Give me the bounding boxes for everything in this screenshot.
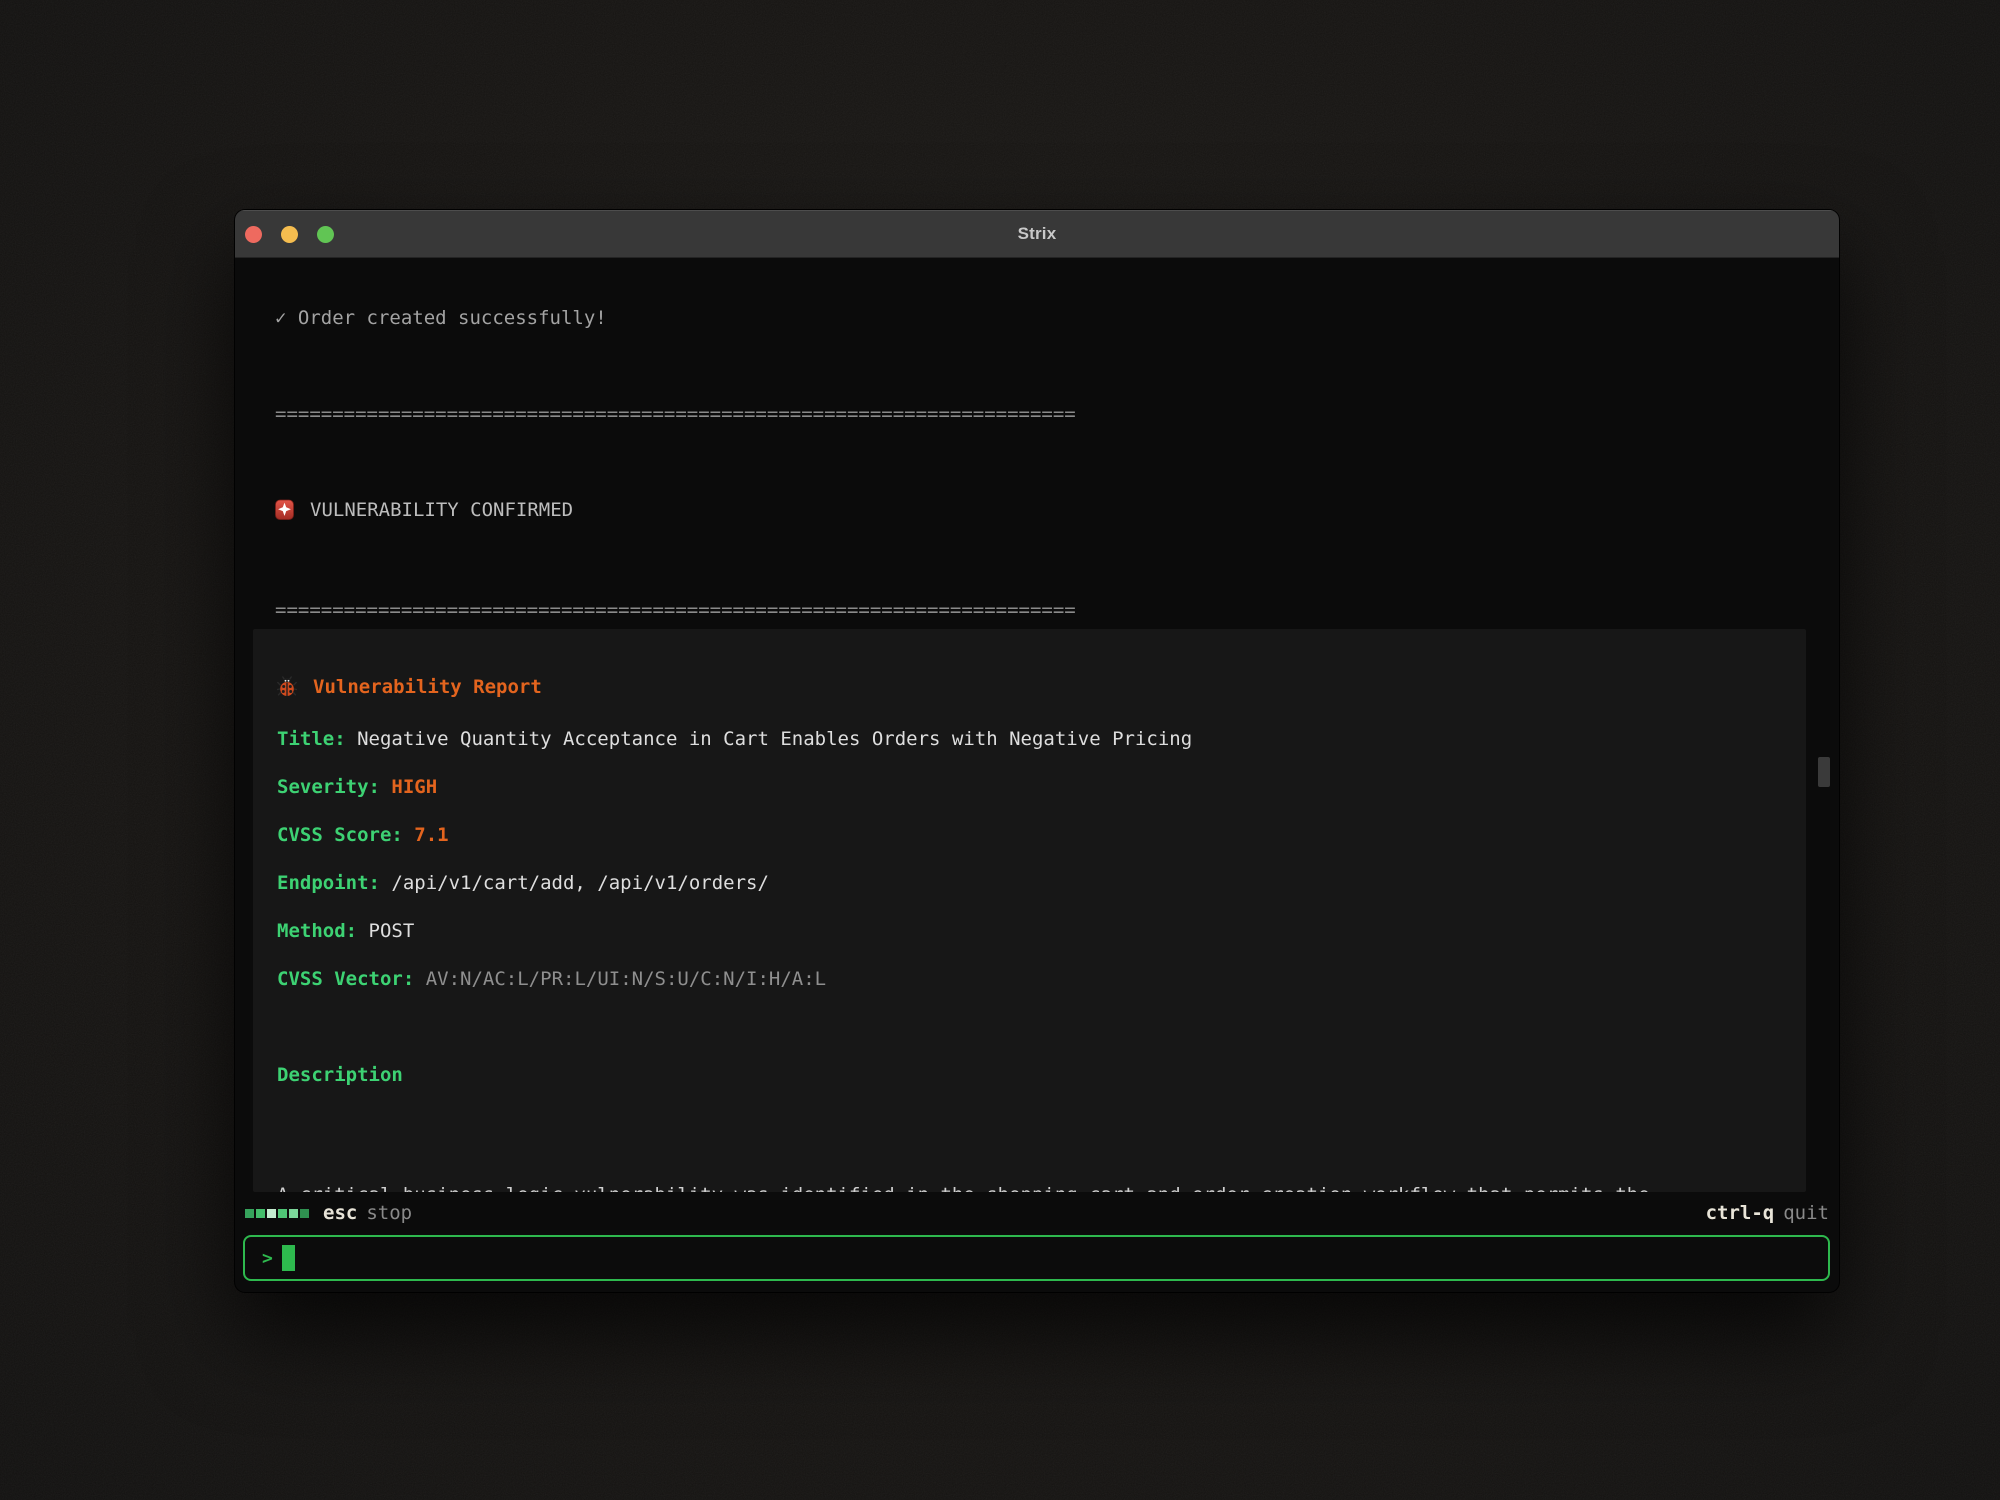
separator-line: ========================================… (275, 402, 1799, 426)
title-label: Title: (277, 728, 346, 750)
minimize-button[interactable] (281, 226, 298, 243)
description-body: A critical business logic vulnerability … (277, 1135, 1723, 1192)
window-titlebar[interactable]: Strix (235, 210, 1839, 258)
ctrl-q-key-hint: ctrl-q (1706, 1202, 1775, 1224)
report-cvss-vector-row: CVSS Vector: AV:N/AC:L/PR:L/UI:N/S:U/C:N… (277, 967, 1782, 991)
cvss-vector-label: CVSS Vector: (277, 968, 414, 990)
close-button[interactable] (245, 226, 262, 243)
endpoint-value: /api/v1/cart/add, /api/v1/orders/ (391, 872, 769, 894)
prompt-chevron: > (262, 1248, 273, 1269)
description-heading: Description (277, 1063, 1723, 1087)
window-title: Strix (1018, 224, 1057, 244)
report-heading: Vulnerability Report (313, 676, 542, 698)
traffic-lights (245, 210, 334, 258)
report-title-row: Title: Negative Quantity Acceptance in C… (277, 727, 1782, 751)
zoom-button[interactable] (317, 226, 334, 243)
report-cvss-score-row: CVSS Score: 7.1 (277, 823, 1782, 847)
vulnerability-confirmed-banner: VULNERABILITY CONFIRMED (275, 498, 1799, 526)
method-value: POST (369, 920, 415, 942)
severity-value: HIGH (391, 776, 437, 798)
separator-line: ========================================… (275, 598, 1799, 622)
vulnerability-confirmed-label: VULNERABILITY CONFIRMED (310, 499, 573, 521)
method-label: Method: (277, 920, 357, 942)
report-description-section: Description A critical business logic vu… (277, 1015, 1723, 1192)
esc-key-hint: esc (323, 1202, 357, 1224)
text-cursor (282, 1245, 295, 1271)
scrollbar-thumb[interactable] (1818, 757, 1830, 787)
order-success-line: ✓ Order created successfully! (275, 306, 1799, 330)
report-endpoint-row: Endpoint: /api/v1/cart/add, /api/v1/orde… (277, 871, 1782, 895)
report-method-row: Method: POST (277, 919, 1782, 943)
esc-action-hint: stop (366, 1202, 412, 1224)
activity-spinner (245, 1209, 309, 1218)
desktop: { "window": { "title": "Strix" }, "termi… (0, 0, 2000, 1500)
endpoint-label: Endpoint: (277, 872, 380, 894)
cvss-score-label: CVSS Score: (277, 824, 403, 846)
vulnerability-report-panel: Vulnerability Report Title: Negative Qua… (253, 629, 1806, 1192)
cvss-score-value: 7.1 (414, 824, 448, 846)
bug-icon (277, 676, 297, 703)
command-input[interactable]: > (243, 1235, 1830, 1281)
description-paragraph: A critical business logic vulnerability … (277, 1183, 1723, 1192)
status-bar: esc stop ctrl-q quit (245, 1198, 1829, 1228)
report-heading-row: Vulnerability Report (277, 675, 1782, 703)
terminal-window: Strix ✓ Order created successfully! ====… (235, 210, 1839, 1292)
title-value: Negative Quantity Acceptance in Cart Ena… (357, 728, 1192, 750)
report-severity-row: Severity: HIGH (277, 775, 1782, 799)
quit-action-hint: quit (1783, 1202, 1829, 1224)
severity-label: Severity: (277, 776, 380, 798)
cvss-vector-value: AV:N/AC:L/PR:L/UI:N/S:U/C:N/I:H/A:L (426, 968, 826, 990)
alert-icon (275, 499, 294, 526)
